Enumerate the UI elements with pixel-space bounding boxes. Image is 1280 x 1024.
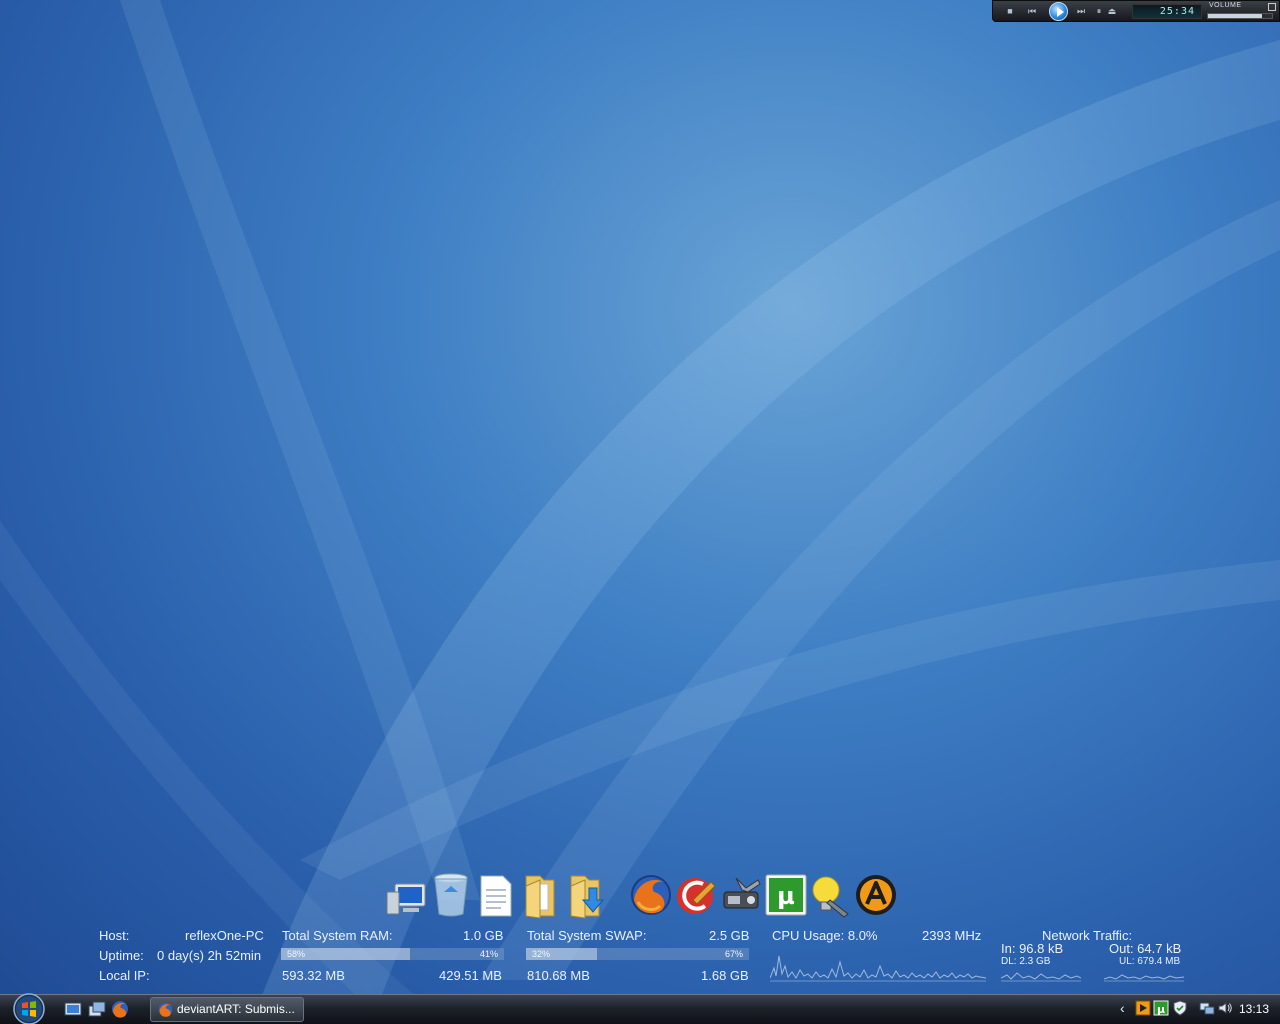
svg-text:µ: µ bbox=[777, 882, 795, 910]
utorrent-icon[interactable]: µ bbox=[763, 870, 809, 920]
local-ip-label: Local IP: bbox=[99, 968, 150, 983]
volume-icon[interactable] bbox=[1217, 1000, 1233, 1016]
start-button[interactable] bbox=[9, 990, 49, 1024]
firefox-icon bbox=[158, 1002, 173, 1017]
security-shield-icon[interactable] bbox=[1172, 1000, 1188, 1016]
ccleaner-icon[interactable] bbox=[673, 870, 719, 920]
tweaks-bulb-icon[interactable] bbox=[808, 870, 854, 920]
volume-level bbox=[1208, 14, 1263, 18]
swap-used-percent: 32% bbox=[532, 949, 551, 959]
firefox-icon[interactable] bbox=[110, 999, 130, 1019]
eject-button[interactable]: ⏏ bbox=[1107, 5, 1117, 18]
taskbar-button-label: deviantART: Submis... bbox=[177, 1002, 295, 1016]
volume-label: VOLUME bbox=[1209, 2, 1242, 9]
cpu-usage-graph bbox=[770, 955, 986, 982]
swap-free: 1.68 GB bbox=[701, 968, 749, 983]
play-button[interactable] bbox=[1049, 2, 1068, 21]
utorrent-tray-icon[interactable]: µ bbox=[1153, 1000, 1169, 1016]
swap-total: 2.5 GB bbox=[709, 928, 750, 943]
ram-free: 429.51 MB bbox=[439, 968, 502, 983]
taskbar-button-firefox[interactable]: deviantART: Submis... bbox=[150, 997, 304, 1022]
switch-windows-icon[interactable] bbox=[87, 999, 107, 1019]
restore-icon[interactable] bbox=[1268, 3, 1276, 11]
track-time: 25:34 bbox=[1159, 6, 1195, 17]
download-graph bbox=[1001, 972, 1081, 982]
swap-free-percent: 67% bbox=[724, 949, 743, 959]
stop-button[interactable]: ■ bbox=[1005, 5, 1015, 18]
ram-used: 593.32 MB bbox=[282, 968, 345, 983]
ram-label: Total System RAM: bbox=[282, 928, 393, 943]
upload-graph bbox=[1104, 974, 1184, 982]
aimp-tray-icon[interactable] bbox=[1135, 1000, 1151, 1016]
host-label: Host: bbox=[99, 928, 130, 943]
next-button[interactable]: ⏭ bbox=[1071, 5, 1091, 18]
show-hidden-icons-chevron-icon[interactable]: ‹ bbox=[1120, 1000, 1125, 1016]
tools-icon[interactable] bbox=[718, 870, 764, 920]
cpu-usage: CPU Usage: 8.0% bbox=[772, 928, 878, 943]
system-stats-widget: Host: reflexOne-PC Uptime: 0 day(s) 2h 5… bbox=[0, 926, 1280, 986]
documents-folder-icon[interactable] bbox=[518, 870, 564, 920]
uptime-value: 0 day(s) 2h 52min bbox=[157, 948, 262, 963]
ram-free-percent: 41% bbox=[479, 949, 498, 959]
document-icon[interactable] bbox=[473, 870, 519, 920]
downloads-folder-icon[interactable] bbox=[563, 870, 609, 920]
swap-usage-bar: 32% 67% bbox=[526, 948, 749, 960]
pause-button[interactable]: ⏸ bbox=[1094, 5, 1104, 18]
network-icon[interactable] bbox=[1199, 1000, 1215, 1016]
media-player-widget: ■ ⏮ ⏭ ⏸ ⏏ 25:34 VOLUME bbox=[992, 0, 1280, 22]
svg-text:µ: µ bbox=[1157, 1003, 1165, 1016]
ram-used-percent: 58% bbox=[287, 949, 306, 959]
ram-total: 1.0 GB bbox=[463, 928, 504, 943]
time-display: 25:34 bbox=[1132, 4, 1202, 19]
cpu-frequency: 2393 MHz bbox=[922, 928, 982, 943]
recycle-bin-icon[interactable] bbox=[428, 870, 474, 920]
network-in: In: 96.8 kB bbox=[1001, 941, 1064, 956]
swap-label: Total System SWAP: bbox=[527, 928, 647, 943]
show-desktop-icon[interactable] bbox=[63, 999, 83, 1019]
swap-used: 810.68 MB bbox=[527, 968, 590, 983]
taskbar-clock[interactable]: 13:13 bbox=[1239, 1002, 1269, 1016]
volume-slider[interactable] bbox=[1207, 13, 1273, 19]
host-value: reflexOne-PC bbox=[185, 928, 264, 943]
network-out: Out: 64.7 kB bbox=[1109, 941, 1182, 956]
firefox-icon[interactable] bbox=[628, 870, 674, 920]
aimp-icon[interactable] bbox=[853, 870, 899, 920]
previous-button[interactable]: ⏮ bbox=[1021, 5, 1043, 18]
uptime-label: Uptime: bbox=[99, 948, 144, 963]
ram-usage-bar: 58% 41% bbox=[281, 948, 504, 960]
computer-icon[interactable] bbox=[383, 870, 429, 920]
